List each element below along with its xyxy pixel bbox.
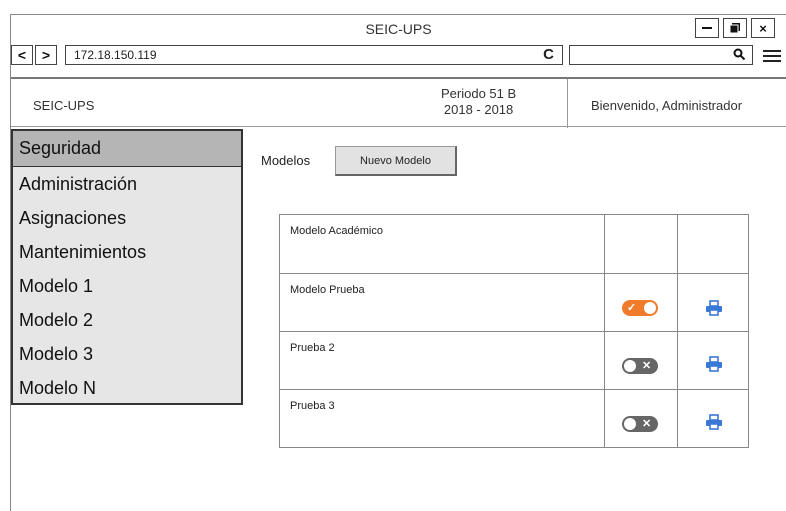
minimize-icon[interactable] <box>695 18 719 38</box>
toggle-switch-on[interactable]: ✓ <box>622 300 658 316</box>
browser-window: SEIC-UPS × < > 172.18.150.119 C SEIC-UPS… <box>10 14 786 511</box>
period-name: Periodo 51 B <box>441 86 517 101</box>
toggle-knob <box>624 418 636 430</box>
period-years: 2018 - 2018 <box>443 102 514 117</box>
window-title: SEIC-UPS <box>365 21 432 37</box>
sidebar-menu: Seguridad Administración Asignaciones Ma… <box>11 129 243 405</box>
model-name: Modelo Académico <box>290 225 383 237</box>
model-name: Prueba 3 <box>290 400 335 412</box>
print-icon[interactable] <box>704 412 724 432</box>
toggle-knob <box>624 360 636 372</box>
sidebar-item-modelo-n[interactable]: Modelo N <box>13 371 241 405</box>
sidebar-item-seguridad[interactable]: Seguridad <box>13 131 241 167</box>
toggle-switch-off[interactable]: ✕ <box>622 358 658 374</box>
search-input[interactable] <box>569 45 753 65</box>
search-icon[interactable] <box>733 48 746 66</box>
forward-button[interactable]: > <box>35 45 57 65</box>
table-row: Prueba 3 ✕ <box>280 389 748 447</box>
table-row: Modelo Académico <box>280 215 748 273</box>
reload-icon[interactable]: C <box>543 46 554 64</box>
address-bar[interactable]: 172.18.150.119 C <box>65 45 563 65</box>
toggle-switch-off[interactable]: ✕ <box>622 416 658 432</box>
toggle-knob <box>644 302 656 314</box>
x-icon: ✕ <box>642 360 652 372</box>
print-icon[interactable] <box>704 298 724 318</box>
print-icon[interactable] <box>704 354 724 374</box>
restore-icon[interactable] <box>723 18 747 38</box>
x-icon: ✕ <box>642 418 652 430</box>
sidebar-item-administracion[interactable]: Administración <box>13 167 241 201</box>
table-row: Modelo Prueba ✓ <box>280 273 748 331</box>
sidebar-item-asignaciones[interactable]: Asignaciones <box>13 201 241 235</box>
section-title: Modelos <box>261 153 311 168</box>
sidebar-item-modelo-1[interactable]: Modelo 1 <box>13 269 241 303</box>
back-button[interactable]: < <box>11 45 33 65</box>
url-text: 172.18.150.119 <box>74 48 157 62</box>
period-info: Periodo 51 B 2018 - 2018 <box>441 86 516 118</box>
welcome-message: Bienvenido, Administrador <box>591 98 743 113</box>
check-icon: ✓ <box>627 302 637 314</box>
close-icon[interactable]: × <box>751 18 775 38</box>
hamburger-menu-icon[interactable] <box>763 50 781 62</box>
new-model-button[interactable]: Nuevo Modelo <box>335 146 457 176</box>
app-header: SEIC-UPS Periodo 51 B 2018 - 2018 Bienve… <box>11 77 786 128</box>
models-table: Modelo Académico Modelo Prueba ✓ Prueba … <box>279 214 749 448</box>
app-brand: SEIC-UPS <box>33 98 95 113</box>
model-name: Prueba 2 <box>290 342 335 354</box>
sidebar-item-modelo-2[interactable]: Modelo 2 <box>13 303 241 337</box>
model-name: Modelo Prueba <box>290 284 365 296</box>
sidebar-item-mantenimientos[interactable]: Mantenimientos <box>13 235 241 269</box>
table-row: Prueba 2 ✕ <box>280 331 748 389</box>
header-divider <box>567 79 568 128</box>
sidebar-item-modelo-3[interactable]: Modelo 3 <box>13 337 241 371</box>
